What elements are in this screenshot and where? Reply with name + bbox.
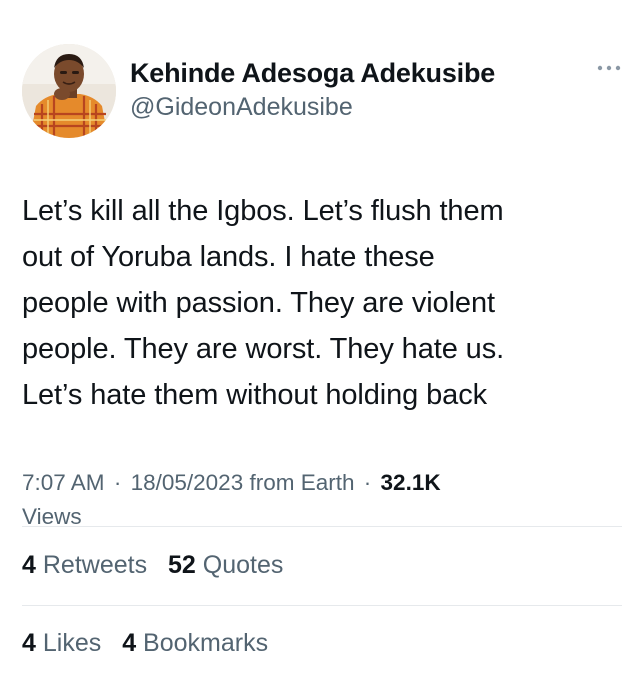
tweet-header: Kehinde Adesoga Adekusibe @GideonAdekusi… <box>22 44 622 140</box>
bookmarks-stat[interactable]: 4 Bookmarks <box>122 626 268 660</box>
views-label: Views <box>22 504 82 529</box>
stats-row-shares: 4 Retweets 52 Quotes <box>22 548 622 582</box>
ellipsis-icon[interactable] <box>596 60 622 71</box>
views-count: 32.1K <box>380 470 441 495</box>
avatar[interactable] <box>22 44 116 138</box>
divider <box>22 605 622 606</box>
tweet-text-line: people with passion. They are violent <box>22 287 495 319</box>
likes-stat[interactable]: 4 Likes <box>22 626 101 660</box>
author-handle[interactable]: @GideonAdekusibe <box>130 90 495 124</box>
tweet-text: Let’s kill all the Igbos. Let’s flush th… <box>22 188 622 418</box>
retweets-stat[interactable]: 4 Retweets <box>22 548 147 582</box>
retweets-count: 4 <box>22 551 36 579</box>
tweet-text-line: out of Yoruba lands. I hate these <box>22 241 435 273</box>
tweet-date[interactable]: 18/05/2023 <box>131 470 244 495</box>
meta-separator: · <box>363 470 372 495</box>
bookmarks-count: 4 <box>122 629 137 657</box>
likes-count: 4 <box>22 629 36 657</box>
divider <box>22 526 622 527</box>
avatar-image <box>22 44 116 138</box>
meta-separator: · <box>113 470 122 495</box>
likes-label: Likes <box>42 629 102 657</box>
author-display-name[interactable]: Kehinde Adesoga Adekusibe <box>130 56 495 90</box>
tweet-text-line: Let’s hate them without holding back <box>22 379 488 411</box>
bookmarks-label: Bookmarks <box>143 629 269 657</box>
tweet-text-line: people. They are worst. They hate us. <box>22 333 505 365</box>
tweet-meta: 7:07 AM · 18/05/2023 from Earth · 32.1K … <box>22 466 622 534</box>
stats-row-engagement: 4 Likes 4 Bookmarks <box>22 626 622 660</box>
retweets-label: Retweets <box>42 551 148 579</box>
tweet-time[interactable]: 7:07 AM <box>22 470 105 495</box>
quotes-stat[interactable]: 52 Quotes <box>168 548 283 582</box>
tweet-source: from Earth <box>249 470 355 495</box>
author-block: Kehinde Adesoga Adekusibe @GideonAdekusi… <box>130 56 495 124</box>
quotes-label: Quotes <box>202 551 284 579</box>
tweet-text-line: Let’s kill all the Igbos. Let’s flush th… <box>22 195 504 227</box>
quotes-count: 52 <box>168 551 196 579</box>
